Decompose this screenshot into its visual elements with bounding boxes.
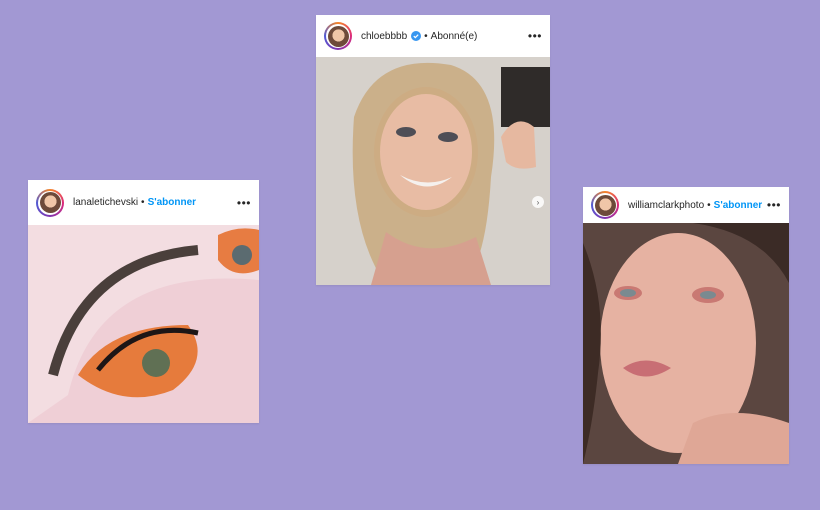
three-dots-icon[interactable]: ••• xyxy=(767,199,781,211)
post-photo[interactable] xyxy=(583,223,789,464)
avatar[interactable] xyxy=(591,191,619,219)
profile-picture xyxy=(327,25,349,47)
username-link[interactable]: chloebbbb xyxy=(361,31,407,42)
post-photo[interactable] xyxy=(28,225,259,423)
profile-picture xyxy=(594,194,616,216)
separator-dot: • xyxy=(424,30,428,42)
post-photo[interactable]: › xyxy=(316,57,550,285)
username-link[interactable]: lanaletichevski xyxy=(73,197,138,208)
username-link[interactable]: williamclarkphoto xyxy=(628,200,704,211)
avatar[interactable] xyxy=(36,188,64,217)
selfie-photo xyxy=(316,57,550,285)
verified-badge-icon xyxy=(411,31,422,41)
three-dots-icon[interactable]: ••• xyxy=(528,30,542,42)
separator-dot: • xyxy=(141,197,145,208)
post-card-williamclarkphoto: williamclarkphoto • S'abonner ••• xyxy=(583,187,789,464)
post-header: williamclarkphoto • S'abonner ••• xyxy=(583,187,789,223)
portrait-photo xyxy=(583,223,789,464)
post-card-chloebbbb: chloebbbb • Abonné(e) ••• › xyxy=(316,15,550,285)
post-header: lanaletichevski • S'abonner ••• xyxy=(28,180,259,225)
eye-makeup-photo xyxy=(28,225,259,423)
following-button[interactable]: Abonné(e) xyxy=(431,31,478,42)
carousel-next-button[interactable]: › xyxy=(532,196,544,208)
separator-dot: • xyxy=(707,199,711,211)
profile-picture xyxy=(39,192,61,213)
avatar[interactable] xyxy=(324,22,352,50)
post-card-lanaletichevski: lanaletichevski • S'abonner ••• xyxy=(28,180,259,423)
follow-button[interactable]: S'abonner xyxy=(148,197,197,208)
follow-button[interactable]: S'abonner xyxy=(714,200,763,211)
three-dots-icon[interactable]: ••• xyxy=(237,197,251,209)
post-header: chloebbbb • Abonné(e) ••• xyxy=(316,15,550,57)
